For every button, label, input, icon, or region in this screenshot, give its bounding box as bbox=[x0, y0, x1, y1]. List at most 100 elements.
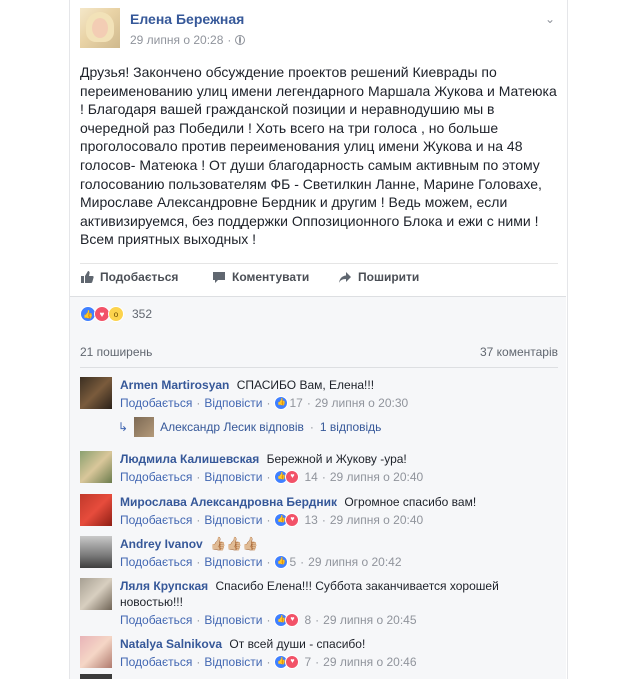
comment-time[interactable]: 29 липня о 20:40 bbox=[330, 512, 423, 528]
comment-body: Мирослава Александровна Бердник Огромное… bbox=[120, 494, 550, 528]
comment-reply-link[interactable]: Відповісти bbox=[204, 554, 262, 570]
comment-reactions[interactable]: 👍 ♥ bbox=[274, 513, 300, 527]
dot-separator: · bbox=[196, 470, 201, 484]
commenter-avatar[interactable] bbox=[80, 578, 112, 610]
dot-separator: · bbox=[266, 396, 271, 410]
replier-avatar bbox=[134, 417, 155, 437]
divider bbox=[70, 296, 566, 297]
comment-reaction-count: 14 bbox=[304, 470, 318, 484]
comment-like-link[interactable]: Подобається bbox=[120, 654, 192, 670]
comment-reaction-count: 17 bbox=[289, 396, 303, 410]
comment-text: СПАСИБО Вам, Елена!!! bbox=[236, 378, 375, 392]
comment-reactions[interactable]: 👍 bbox=[274, 555, 289, 569]
comment-actions: Подобається · Відповісти · 👍 ♥ 7 · 29 лип… bbox=[120, 654, 550, 670]
replies-row[interactable]: ↳ Александр Лесик відповів · 1 відповідь bbox=[118, 417, 381, 437]
comment-like-link[interactable]: Подобається bbox=[120, 395, 192, 411]
reply-count[interactable]: 1 відповідь bbox=[320, 420, 382, 434]
comment-actions: Подобається · Відповісти · 👍 ♥ 8 · 29 лип… bbox=[120, 612, 550, 628]
comment-reactions[interactable]: 👍 ♥ bbox=[274, 470, 300, 484]
shares-count[interactable]: 21 поширень bbox=[80, 345, 152, 359]
dot-separator: · bbox=[266, 513, 271, 527]
commenter-avatar[interactable] bbox=[80, 494, 112, 526]
dot-separator: · bbox=[266, 555, 271, 569]
comment-body: Armen Martirosyan СПАСИБО Вам, Елена!!! … bbox=[120, 377, 550, 411]
reactions-summary[interactable]: 👍 ♥ o 352 bbox=[80, 306, 152, 322]
comment-actions: Подобається · Відповісти · 👍 ♥ 14 · 29 ли… bbox=[120, 469, 550, 485]
comment-reactions[interactable]: 👍 ♥ bbox=[274, 655, 300, 669]
comment-like-link[interactable]: Подобається bbox=[120, 554, 192, 570]
comment-reply-link[interactable]: Відповісти bbox=[204, 612, 262, 628]
comment-time[interactable]: 29 липня о 20:45 bbox=[323, 612, 416, 628]
globe-icon bbox=[235, 35, 246, 45]
comment-reaction-count: 13 bbox=[304, 513, 318, 527]
thumbs-up-icon bbox=[80, 270, 94, 284]
comment-time[interactable]: 29 липня о 20:42 bbox=[308, 554, 401, 570]
comment-reply-link[interactable]: Відповісти bbox=[204, 654, 262, 670]
dot-separator: · bbox=[266, 655, 271, 669]
wow-reaction-icon: o bbox=[108, 306, 124, 322]
comment-like-link[interactable]: Подобається bbox=[120, 612, 192, 628]
dot-separator: · bbox=[306, 396, 311, 410]
share-button[interactable]: Поширити bbox=[338, 270, 419, 284]
comment-text: Бережной и Жукову -ура! bbox=[266, 452, 407, 466]
post-meta: 29 липня о 20:28 · bbox=[130, 33, 246, 47]
comment-reaction-count: 7 bbox=[304, 655, 312, 669]
comment-actions: Подобається · Відповісти · 👍 17 · 29 лип… bbox=[120, 395, 550, 411]
love-reaction-icon: ♥ bbox=[285, 655, 300, 669]
dot-separator: · bbox=[315, 655, 320, 669]
commenter-avatar bbox=[80, 674, 112, 679]
like-reaction-icon: 👍 bbox=[274, 555, 289, 569]
commenter-avatar[interactable] bbox=[80, 636, 112, 668]
dot-separator: · bbox=[196, 555, 201, 569]
love-reaction-icon: ♥ bbox=[285, 470, 300, 484]
like-button[interactable]: Подобається bbox=[80, 270, 178, 284]
commenter-avatar[interactable] bbox=[80, 377, 112, 409]
comment-reaction-count: 8 bbox=[304, 613, 312, 627]
comment-reply-link[interactable]: Відповісти bbox=[204, 395, 262, 411]
comment-reactions[interactable]: 👍 bbox=[274, 396, 289, 410]
comment-text: 👍🏼👍🏼👍🏼 bbox=[210, 536, 259, 551]
comment-body: Natalya Salnikova От всей души - спасибо… bbox=[120, 636, 550, 670]
reactions-count: 352 bbox=[132, 307, 153, 321]
commenter-name[interactable]: Natalya Salnikova bbox=[120, 637, 222, 651]
comment-reactions[interactable]: 👍 ♥ bbox=[274, 613, 300, 627]
commenter-avatar[interactable] bbox=[80, 451, 112, 483]
comment-body: Andrey Ivanov 👍🏼👍🏼👍🏼 Подобається · Відпо… bbox=[120, 536, 550, 570]
chevron-down-icon[interactable]: ⌄ bbox=[545, 12, 555, 26]
comment-button-label: Коментувати bbox=[232, 270, 310, 284]
comment-time[interactable]: 29 липня о 20:30 bbox=[315, 395, 408, 411]
dot-separator: · bbox=[196, 655, 201, 669]
dot-separator: · bbox=[266, 613, 271, 627]
like-button-label: Подобається bbox=[100, 270, 179, 284]
commenter-name[interactable]: Людмила Калишевская bbox=[120, 452, 259, 466]
love-reaction-icon: ♥ bbox=[285, 613, 300, 627]
commenter-name[interactable]: Andrey Ivanov bbox=[120, 537, 203, 551]
comment-like-link[interactable]: Подобається bbox=[120, 512, 192, 528]
comment-button[interactable]: Коментувати bbox=[212, 270, 309, 284]
reply-arrow-icon: ↳ bbox=[118, 420, 129, 434]
commenter-name[interactable]: Ляля Крупская bbox=[120, 579, 208, 593]
love-reaction-icon: ♥ bbox=[285, 513, 300, 527]
meta-separator: · bbox=[227, 33, 232, 47]
replier-name[interactable]: Александр Лесик відповів bbox=[160, 420, 304, 434]
commenter-name[interactable]: Мирослава Александровна Бердник bbox=[120, 495, 337, 509]
commenter-name[interactable]: Armen Martirosyan bbox=[120, 378, 229, 392]
comment-time[interactable]: 29 липня о 20:40 bbox=[330, 469, 423, 485]
post-author-name[interactable]: Елена Бережная bbox=[130, 11, 244, 27]
like-reaction-icon: 👍 bbox=[274, 396, 289, 410]
share-button-label: Поширити bbox=[358, 270, 420, 284]
dot-separator: · bbox=[300, 555, 305, 569]
comment-reply-link[interactable]: Відповісти bbox=[204, 512, 262, 528]
dot-separator: · bbox=[321, 513, 326, 527]
author-avatar[interactable] bbox=[80, 8, 120, 48]
comments-count[interactable]: 37 коментарів bbox=[480, 345, 558, 359]
dot-separator: · bbox=[196, 513, 201, 527]
comment-like-link[interactable]: Подобається bbox=[120, 469, 192, 485]
comment-reply-link[interactable]: Відповісти bbox=[204, 469, 262, 485]
comment-actions: Подобається · Відповісти · 👍 5 · 29 липн… bbox=[120, 554, 550, 570]
comment-time[interactable]: 29 липня о 20:46 bbox=[323, 654, 416, 670]
comment-text: От всей души - спасибо! bbox=[229, 637, 366, 651]
dot-separator: · bbox=[196, 613, 201, 627]
commenter-avatar[interactable] bbox=[80, 536, 112, 568]
post-timestamp[interactable]: 29 липня о 20:28 bbox=[130, 33, 223, 47]
